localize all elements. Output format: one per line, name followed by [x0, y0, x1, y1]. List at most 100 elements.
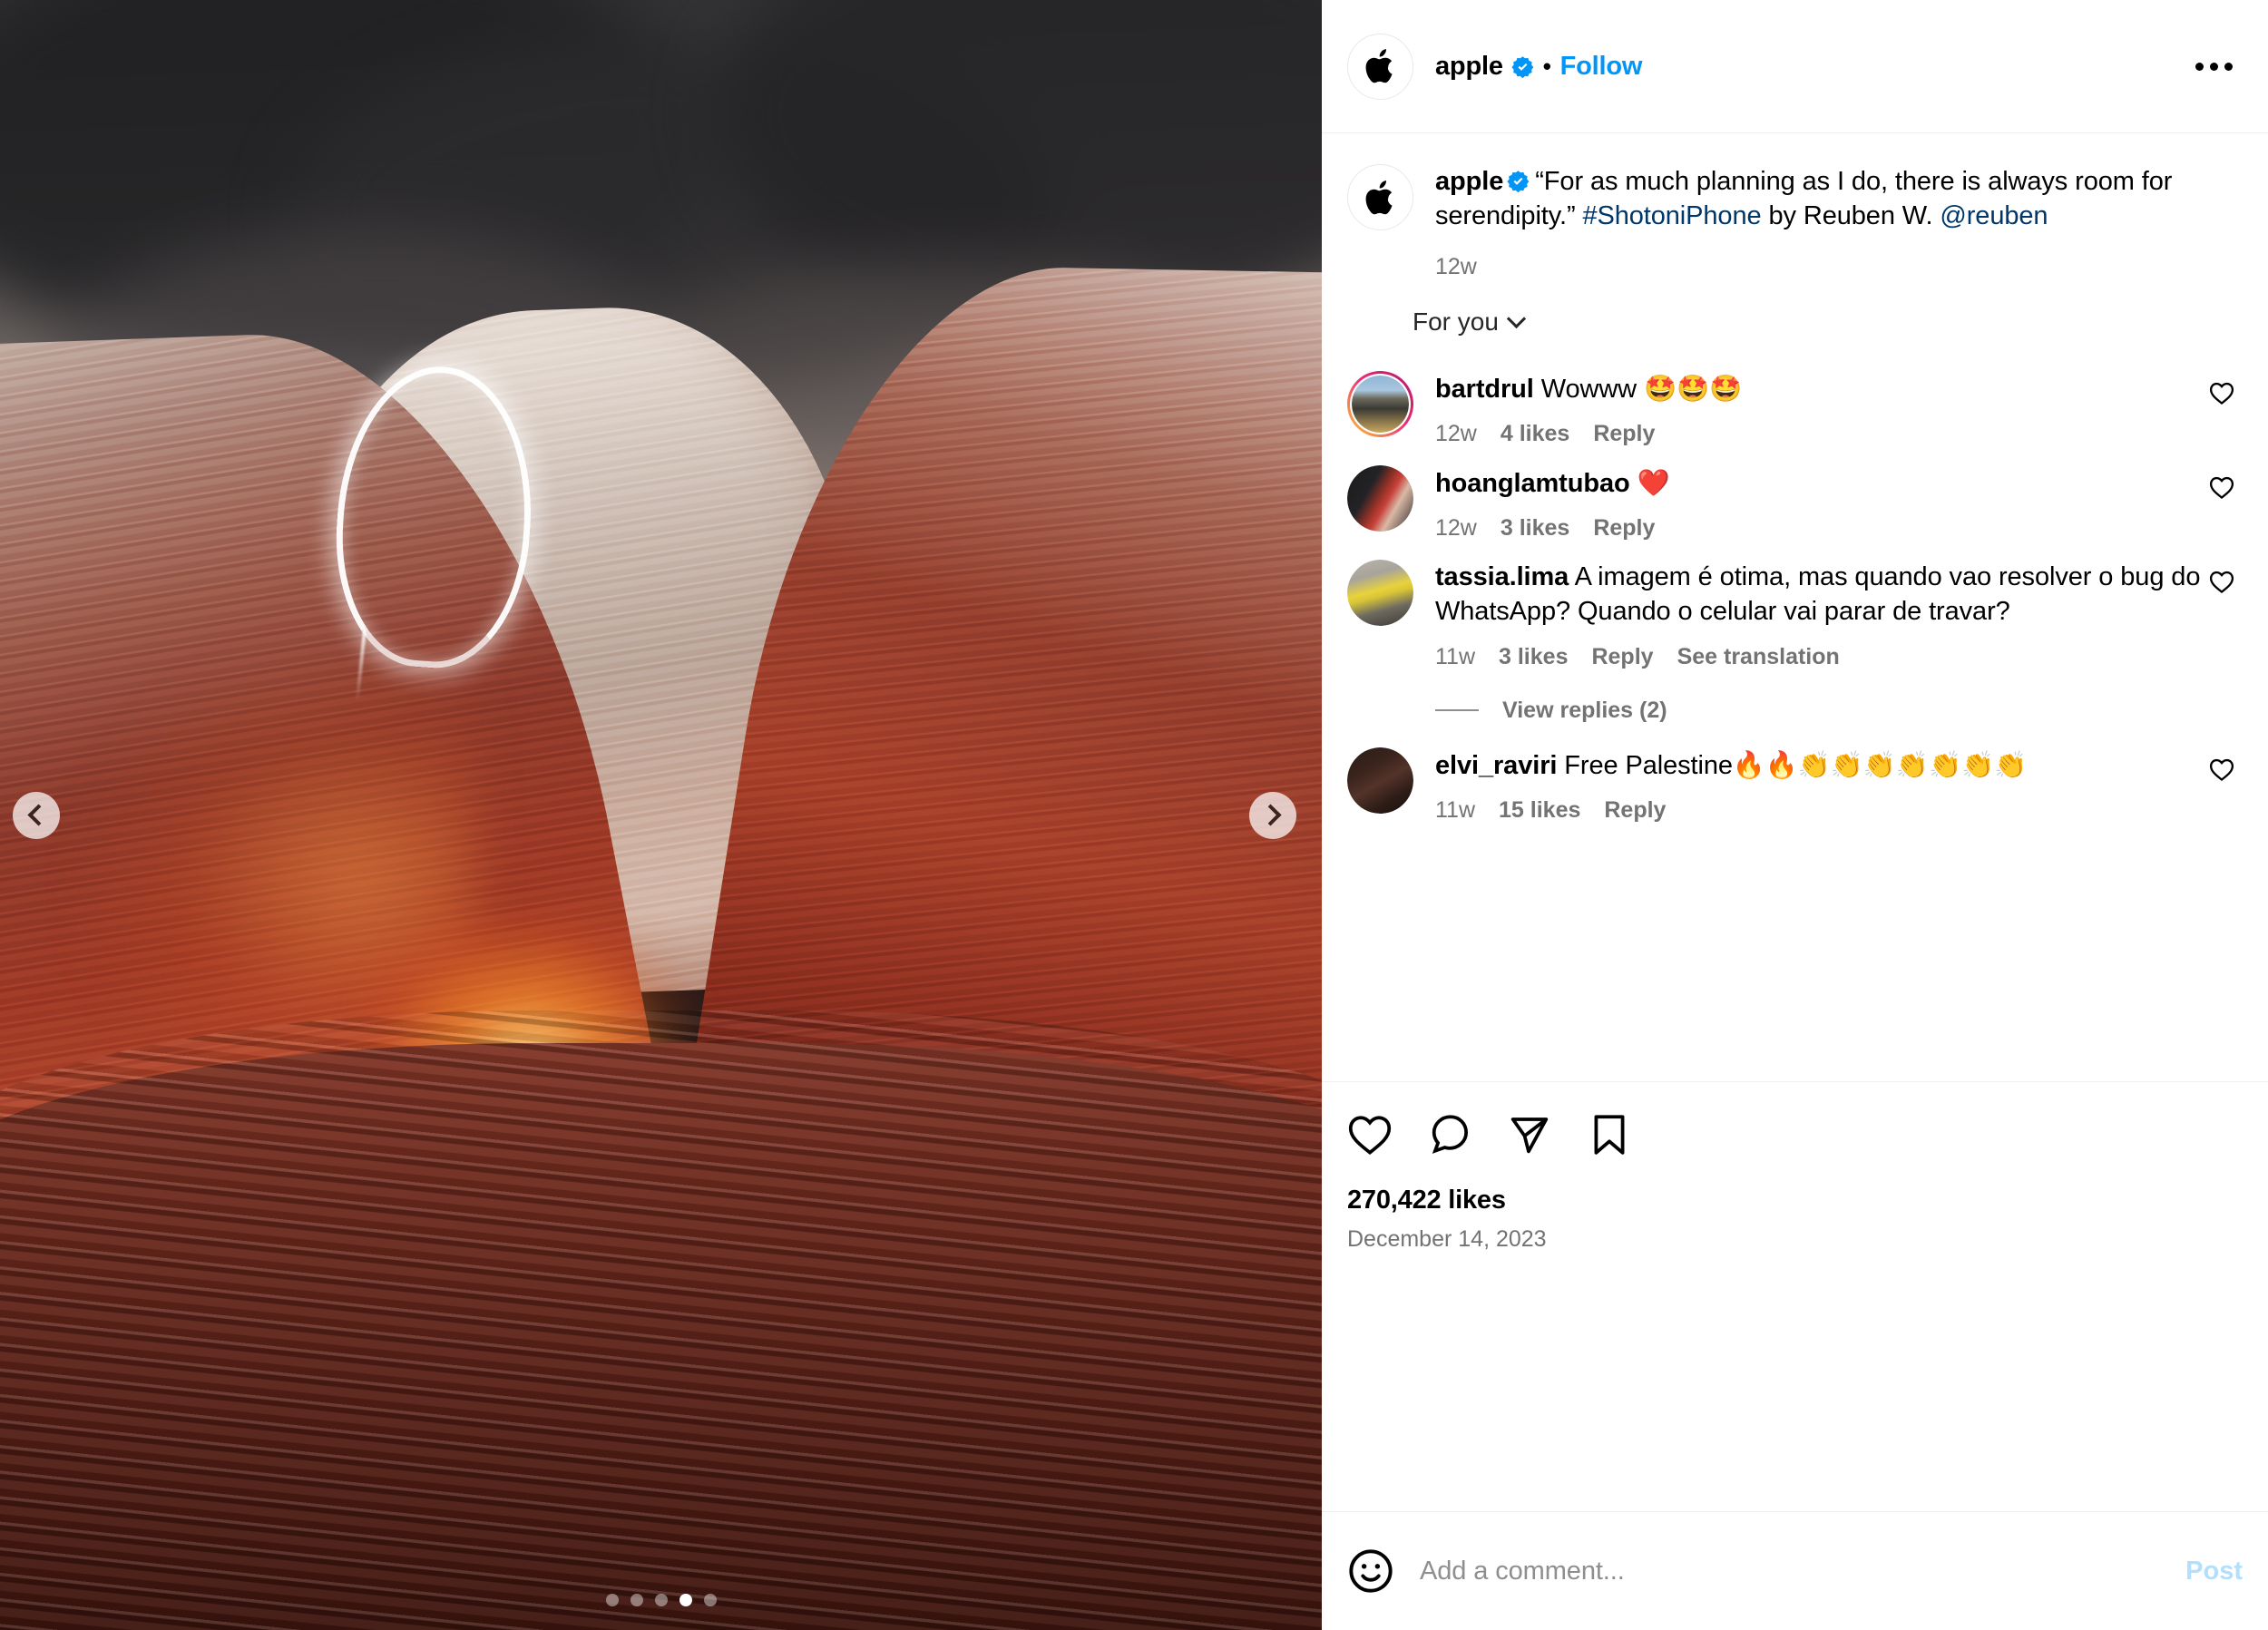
post-header: apple • Follow: [1322, 0, 2268, 132]
likes-count[interactable]: 270,422 likes: [1347, 1186, 2243, 1215]
comment-like-button[interactable]: [2201, 371, 2243, 405]
comment-username[interactable]: bartdrul: [1435, 375, 1534, 404]
like-button[interactable]: [1347, 1111, 1393, 1157]
separator-dot: •: [1542, 52, 1551, 80]
comment-timestamp: 12w: [1435, 515, 1477, 542]
heart-icon: [2209, 476, 2234, 499]
comment-like-button[interactable]: [2201, 560, 2243, 594]
comment-message: [1630, 469, 1637, 498]
avatar[interactable]: [1347, 560, 1413, 627]
comment-likes-count[interactable]: 3 likes: [1499, 644, 1568, 670]
bookmark-icon: [1594, 1115, 1625, 1156]
heart-icon: [2209, 758, 2234, 781]
chevron-right-icon: [1259, 804, 1282, 826]
comments-filter-label: For you: [1413, 307, 1499, 336]
post-comment-button[interactable]: Post: [2185, 1557, 2243, 1586]
story-ring[interactable]: [1347, 370, 1413, 437]
carousel-next-button[interactable]: [1249, 791, 1296, 839]
comment-avatar[interactable]: [1347, 464, 1413, 532]
comment-timestamp: 11w: [1435, 796, 1476, 823]
verified-badge-icon: [1511, 55, 1534, 78]
comment-text: elvi_raviri Free Palestine🔥🔥👏👏👏👏👏👏👏: [1435, 747, 2201, 783]
carousel-indicator[interactable]: [605, 1594, 717, 1606]
comment-item: elvi_raviri Free Palestine🔥🔥👏👏👏👏👏👏👏 11w 15…: [1322, 729, 2268, 824]
comment-likes-count[interactable]: 4 likes: [1501, 421, 1569, 447]
comment-item: tassia.lima A imagem é otima, mas quando…: [1322, 542, 2268, 670]
carousel-prev-button[interactable]: [13, 791, 60, 839]
comment-username[interactable]: tassia.lima: [1435, 562, 1569, 591]
comment-text: tassia.lima A imagem é otima, mas quando…: [1435, 560, 2201, 630]
rock-foreground: [0, 1043, 1322, 1630]
avatar[interactable]: [1347, 747, 1413, 814]
comment-button[interactable]: [1427, 1111, 1472, 1157]
comment-username[interactable]: elvi_raviri: [1435, 751, 1557, 780]
comment-like-button[interactable]: [2201, 465, 2243, 500]
avatar[interactable]: [1347, 164, 1413, 230]
add-comment-bar: Post: [1322, 1512, 2268, 1630]
caption-hashtag[interactable]: #ShotoniPhone: [1582, 201, 1761, 230]
comment-reply-button[interactable]: Reply: [1591, 644, 1653, 670]
comment-input[interactable]: [1420, 1556, 2186, 1586]
caption-text: apple “For as much planning as I do, ther…: [1435, 164, 2243, 234]
see-translation-button[interactable]: See translation: [1677, 644, 1840, 670]
comment-meta: 12w 4 likes Reply: [1435, 421, 2201, 447]
post-details-panel: apple • Follow apple “For as much planni…: [1322, 0, 2268, 1630]
avatar[interactable]: [1347, 33, 1413, 100]
story-ring-inner: [1350, 373, 1411, 434]
hoanglamtubao-avatar: [1347, 464, 1413, 532]
comment-avatar[interactable]: [1347, 747, 1413, 814]
apple-logo-icon: [1365, 180, 1393, 214]
comment-likes-count[interactable]: 15 likes: [1499, 797, 1580, 824]
comment-body: tassia.lima A imagem é otima, mas quando…: [1435, 560, 2201, 670]
share-button[interactable]: [1507, 1111, 1552, 1157]
comment-emojis: 🔥🔥👏👏👏👏👏👏👏: [1732, 748, 2027, 780]
comment-message: Wowww: [1533, 374, 1644, 404]
bartdrul-avatar: [1352, 375, 1409, 433]
comments-filter-dropdown[interactable]: For you: [1322, 280, 2268, 337]
heart-icon: [2209, 571, 2234, 594]
elvi-raviri-avatar: [1347, 747, 1413, 814]
author-username: apple: [1435, 51, 1503, 81]
smiley-face-icon: [1349, 1549, 1393, 1593]
comment-text: hoanglamtubao ❤️: [1435, 465, 2201, 501]
view-replies-button[interactable]: View replies (2): [1322, 670, 2268, 729]
save-button[interactable]: [1587, 1111, 1632, 1157]
carousel-dot[interactable]: [630, 1594, 643, 1606]
view-replies-label: View replies (2): [1502, 697, 1667, 723]
carousel-dot[interactable]: [679, 1594, 692, 1606]
carousel-dot[interactable]: [654, 1594, 668, 1606]
caption-username[interactable]: apple: [1435, 167, 1503, 196]
comment-like-button[interactable]: [2201, 747, 2243, 782]
more-options-button[interactable]: [2185, 44, 2243, 88]
carousel-dot[interactable]: [605, 1594, 619, 1606]
comment-body: elvi_raviri Free Palestine🔥🔥👏👏👏👏👏👏👏 11w 15…: [1435, 747, 2201, 824]
comment-username[interactable]: hoanglamtubao: [1435, 469, 1630, 498]
comment-bubble-icon: [1432, 1115, 1469, 1155]
comment-timestamp: 12w: [1435, 420, 1477, 446]
follow-button[interactable]: Follow: [1560, 52, 1643, 82]
more-dot-icon: [2224, 62, 2233, 71]
comment-emojis: 🤩🤩🤩: [1644, 372, 1743, 404]
comment-avatar[interactable]: [1347, 560, 1413, 627]
chevron-down-icon: [1506, 308, 1527, 328]
comment-reply-button[interactable]: Reply: [1593, 515, 1655, 542]
comment-reply-button[interactable]: Reply: [1604, 797, 1666, 824]
comment-avatar[interactable]: [1347, 370, 1413, 437]
comment-meta: 11w 15 likes Reply: [1435, 797, 2201, 824]
more-dot-icon: [2195, 62, 2204, 71]
more-dot-icon: [2209, 62, 2218, 71]
post-actions: 270,422 likes December 14, 2023: [1322, 1082, 2268, 1253]
avatar[interactable]: [1347, 464, 1413, 532]
carousel-dot[interactable]: [703, 1594, 717, 1606]
emoji-picker-button[interactable]: [1347, 1547, 1394, 1595]
caption-mention[interactable]: @reuben: [1940, 201, 2048, 230]
comment-item: bartdrul Wowww 🤩🤩🤩 12w 4 likes Reply: [1322, 353, 2268, 447]
post-media[interactable]: [0, 0, 1322, 1630]
post-author[interactable]: apple • Follow: [1435, 52, 1642, 82]
comment-body: bartdrul Wowww 🤩🤩🤩 12w 4 likes Reply: [1435, 371, 2201, 447]
comment-reply-button[interactable]: Reply: [1593, 421, 1655, 447]
comments-list: bartdrul Wowww 🤩🤩🤩 12w 4 likes Reply hoangla…: [1322, 337, 2268, 824]
comments-scroll-area[interactable]: apple “For as much planning as I do, ther…: [1322, 133, 2268, 1081]
comment-likes-count[interactable]: 3 likes: [1501, 515, 1569, 542]
replies-line: [1435, 709, 1479, 712]
